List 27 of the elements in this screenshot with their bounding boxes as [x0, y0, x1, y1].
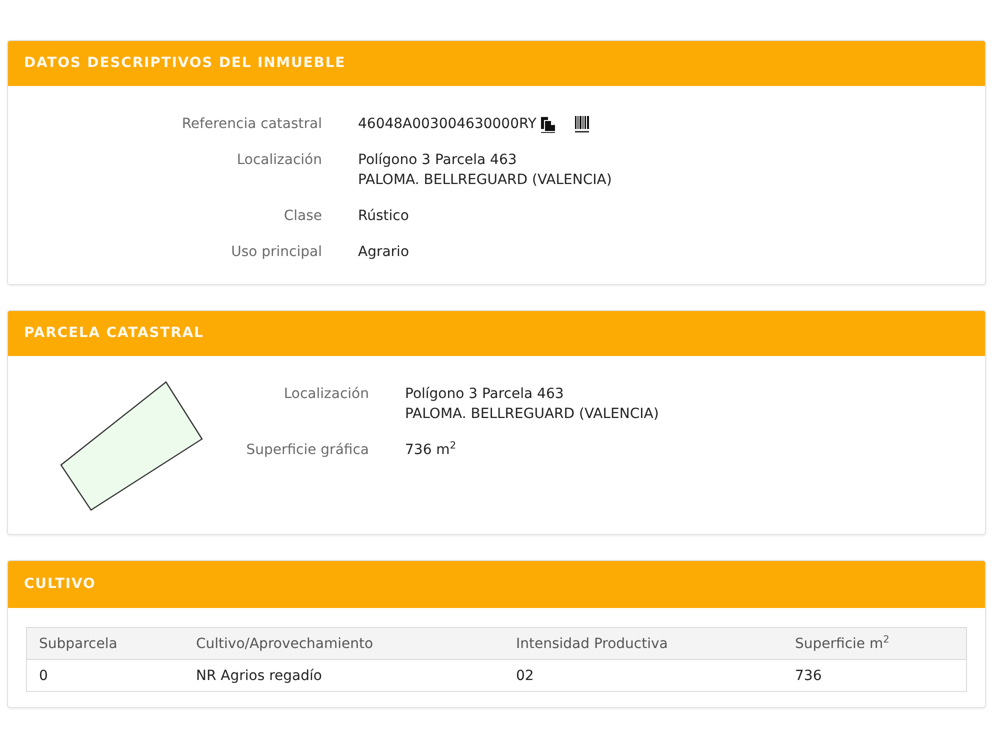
- field-value: Rústico: [358, 207, 409, 226]
- field-label: Uso principal: [230, 243, 322, 262]
- barcode-icon[interactable]: [574, 116, 590, 132]
- column-header: Subparcela: [39, 636, 118, 652]
- column-header: Cultivo/Aprovechamiento: [196, 636, 374, 652]
- field-label: Localización: [236, 151, 322, 170]
- field-label: Localización: [282, 385, 369, 404]
- table-cell: 02: [516, 668, 534, 684]
- field-value: Polígono 3 Parcela 463: [358, 151, 517, 170]
- field-value: PALOMA. BELLREGUARD (VALENCIA): [405, 405, 659, 424]
- field-label: Clase: [282, 207, 322, 226]
- section-header: DATOS DESCRIPTIVOS DEL INMUEBLE: [8, 41, 985, 86]
- table-cell: 736: [795, 668, 822, 684]
- section-header: PARCELA CATASTRAL: [8, 311, 985, 356]
- copy-icon[interactable]: [540, 116, 556, 132]
- table-cell: NR Agrios regadío: [196, 668, 322, 684]
- field-value: Agrario: [358, 243, 410, 262]
- field-label: Superficie gráfica: [245, 441, 369, 460]
- field-value: 736 m$^{2}$: [405, 440, 456, 460]
- column-header: Superficie m$^{2}$: [795, 636, 890, 652]
- field-value: PALOMA. BELLREGUARD (VALENCIA): [358, 171, 612, 190]
- column-header: Intensidad Productiva: [516, 636, 668, 652]
- section-header: CULTIVO: [8, 561, 985, 608]
- table-cell: 0: [39, 668, 48, 684]
- field-value: 46048A003004630000RY: [358, 115, 536, 134]
- field-value: Polígono 3 Parcela 463: [405, 385, 564, 404]
- field-label: Referencia catastral: [180, 115, 322, 134]
